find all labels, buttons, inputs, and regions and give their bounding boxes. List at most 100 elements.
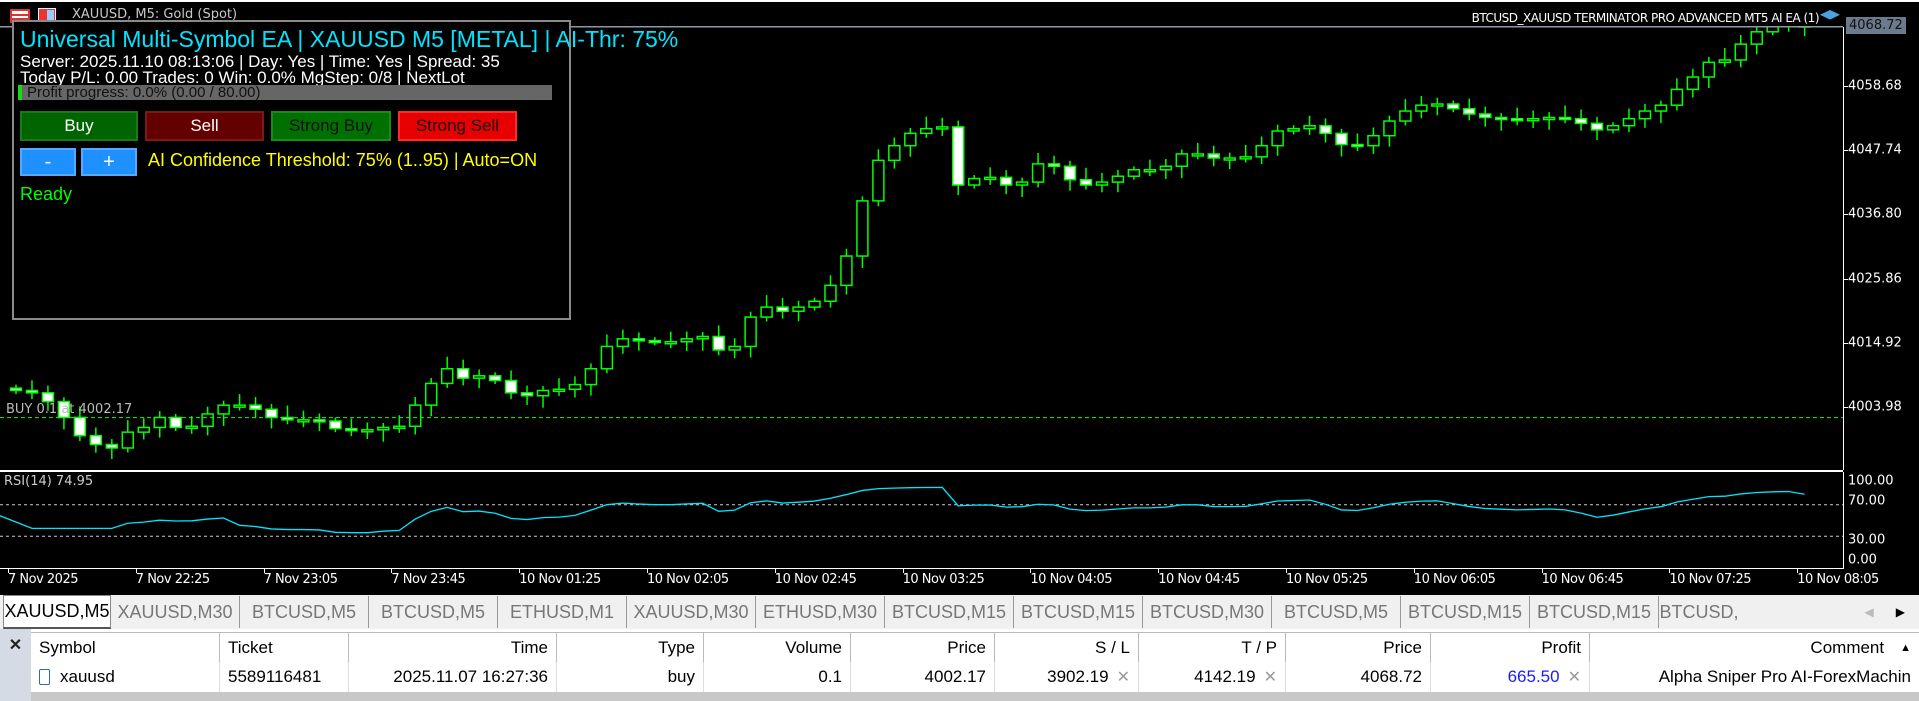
trade-table: ✕ Symbol Ticket Time Type Volume Price S… (0, 629, 1919, 701)
tab-scroll-right-icon[interactable]: ▶ (1896, 605, 1905, 619)
tab-xauusd-m30[interactable]: XAUUSD,M30 (627, 596, 756, 628)
price-label: 4003.98 (1848, 399, 1902, 415)
window-border (0, 0, 1919, 2)
close-position-icon[interactable]: ✕ (1568, 667, 1581, 687)
bull-candle (1255, 144, 1268, 158)
bull-candle (728, 345, 741, 351)
time-label: 10 Nov 03:25 (902, 572, 985, 587)
bull-candle (600, 345, 614, 370)
tab-btcusd-m5[interactable]: BTCUSD,M5 (240, 596, 369, 628)
bull-candle (664, 340, 678, 345)
col-sl[interactable]: S / L (995, 633, 1139, 663)
graduation-cap-icon[interactable] (1820, 10, 1840, 20)
remove-tp-icon[interactable]: ✕ (1264, 667, 1277, 687)
col-volume[interactable]: Volume (704, 633, 851, 663)
bull-candle (888, 144, 901, 162)
close-toolbox-icon[interactable]: ✕ (0, 635, 31, 655)
price-label: 4047.74 (1848, 142, 1902, 158)
bull-candle (1303, 124, 1316, 130)
bull-candle (1367, 134, 1380, 147)
col-ticket[interactable]: Ticket (220, 633, 349, 663)
bear-candle (712, 335, 725, 351)
bull-candle (568, 383, 582, 391)
bull-candle (1654, 104, 1668, 112)
bull-candle (1399, 110, 1412, 122)
bear-candle (265, 408, 278, 419)
row-comment: Alpha Sniper Pro AI-ForexMachin (1658, 667, 1911, 686)
col-type[interactable]: Type (557, 633, 704, 663)
order-line-label: BUY 0.1 at 4002.17 (6, 401, 133, 417)
tab-btcusd-m15[interactable]: BTCUSD,M15 (885, 596, 1014, 628)
tab-btcusd-m5[interactable]: BTCUSD,M5 (1272, 596, 1401, 628)
ea-panel: Universal Multi-Symbol EA | XAUUSD M5 [M… (12, 20, 678, 320)
tab-btcusd-m15[interactable]: BTCUSD,M15 (1014, 596, 1143, 628)
bear-candle (520, 392, 534, 397)
tab-btcusd-m15[interactable]: BTCUSD,M15 (1530, 596, 1659, 628)
bull-candle (983, 176, 997, 181)
tab-scroll-left-icon[interactable]: ◀ (1865, 605, 1874, 619)
col-time[interactable]: Time (349, 633, 557, 663)
bull-candle (1223, 157, 1236, 161)
row-volume: 0.1 (704, 662, 851, 692)
tab-xauusd-m30[interactable]: XAUUSD,M30 (111, 596, 240, 628)
bull-candle (1734, 43, 1748, 61)
bull-candle (440, 368, 454, 385)
rsi-bottom-border (0, 568, 1843, 569)
bull-candle (1431, 103, 1444, 107)
bull-candle (760, 306, 773, 318)
tab-ethusd-m1[interactable]: ETHUSD,M1 (498, 596, 627, 628)
bull-candle (1526, 117, 1540, 122)
bear-candle (1207, 153, 1220, 159)
col-price[interactable]: Price (851, 633, 995, 663)
tab-btcusd-m5[interactable]: BTCUSD,M5 (369, 596, 498, 628)
row-price: 4002.17 (851, 662, 995, 692)
tab-xauusd-m5[interactable]: XAUUSD,M5 (3, 595, 111, 629)
bull-candle (1686, 76, 1700, 91)
col-current-price[interactable]: Price (1286, 633, 1431, 663)
bear-candle (999, 176, 1013, 186)
strong-sell-button[interactable]: Strong Sell (398, 111, 517, 141)
rsi-level-30: 30.00 (1848, 532, 1886, 548)
table-row[interactable]: xauusd 5589116481 2025.11.07 16:27:36 bu… (31, 662, 1919, 692)
bear-candle (456, 368, 470, 379)
profit-progress-text: Profit progress: 0.0% (0.00 / 80.00) (27, 84, 261, 101)
bull-candle (1606, 124, 1620, 131)
col-tp[interactable]: T / P (1139, 633, 1286, 663)
time-label: 10 Nov 01:25 (519, 572, 601, 587)
col-symbol[interactable]: Symbol (31, 633, 220, 663)
bull-candle (393, 425, 406, 430)
tp-value[interactable]: 4142.19 (1194, 667, 1255, 687)
threshold-increase-button[interactable]: + (81, 148, 137, 176)
bull-candle (967, 177, 981, 186)
strong-buy-button[interactable]: Strong Buy (271, 111, 391, 141)
toolbox-side: ✕ (0, 629, 31, 701)
buy-button[interactable]: Buy (20, 111, 138, 141)
bear-candle (1063, 165, 1077, 181)
remove-sl-icon[interactable]: ✕ (1117, 667, 1130, 687)
bull-candle (552, 388, 566, 393)
time-label: 10 Nov 06:05 (1413, 572, 1496, 587)
time-label: 7 Nov 23:45 (391, 572, 466, 587)
bear-candle (41, 392, 55, 403)
time-label: 10 Nov 07:25 (1669, 572, 1752, 587)
sell-button[interactable]: Sell (145, 111, 264, 141)
col-profit[interactable]: Profit (1431, 633, 1590, 663)
tab-ethusd-m30[interactable]: ETHUSD,M30 (756, 596, 885, 628)
rsi-chart[interactable] (0, 472, 1843, 569)
tab-btcusd-m15[interactable]: BTCUSD,M15 (1401, 596, 1530, 628)
threshold-decrease-button[interactable]: - (20, 148, 76, 176)
col-comment[interactable]: Comment ▲ (1590, 633, 1919, 663)
bear-candle (249, 404, 262, 411)
bull-candle (792, 306, 805, 312)
sl-value[interactable]: 3902.19 (1047, 667, 1108, 687)
tab-btcusd-[interactable]: BTCUSD, (1659, 596, 1739, 628)
price-label: 4036.80 (1848, 206, 1902, 222)
row-current-price: 4068.72 (1286, 662, 1431, 692)
bear-candle (1079, 178, 1093, 186)
tab-btcusd-m30[interactable]: BTCUSD,M30 (1143, 596, 1272, 628)
bear-candle (488, 375, 502, 382)
bear-candle (1463, 107, 1476, 115)
time-label: 10 Nov 05:25 (1286, 572, 1368, 587)
time-label: 10 Nov 08:05 (1797, 572, 1879, 587)
time-label: 7 Nov 23:05 (263, 572, 338, 587)
